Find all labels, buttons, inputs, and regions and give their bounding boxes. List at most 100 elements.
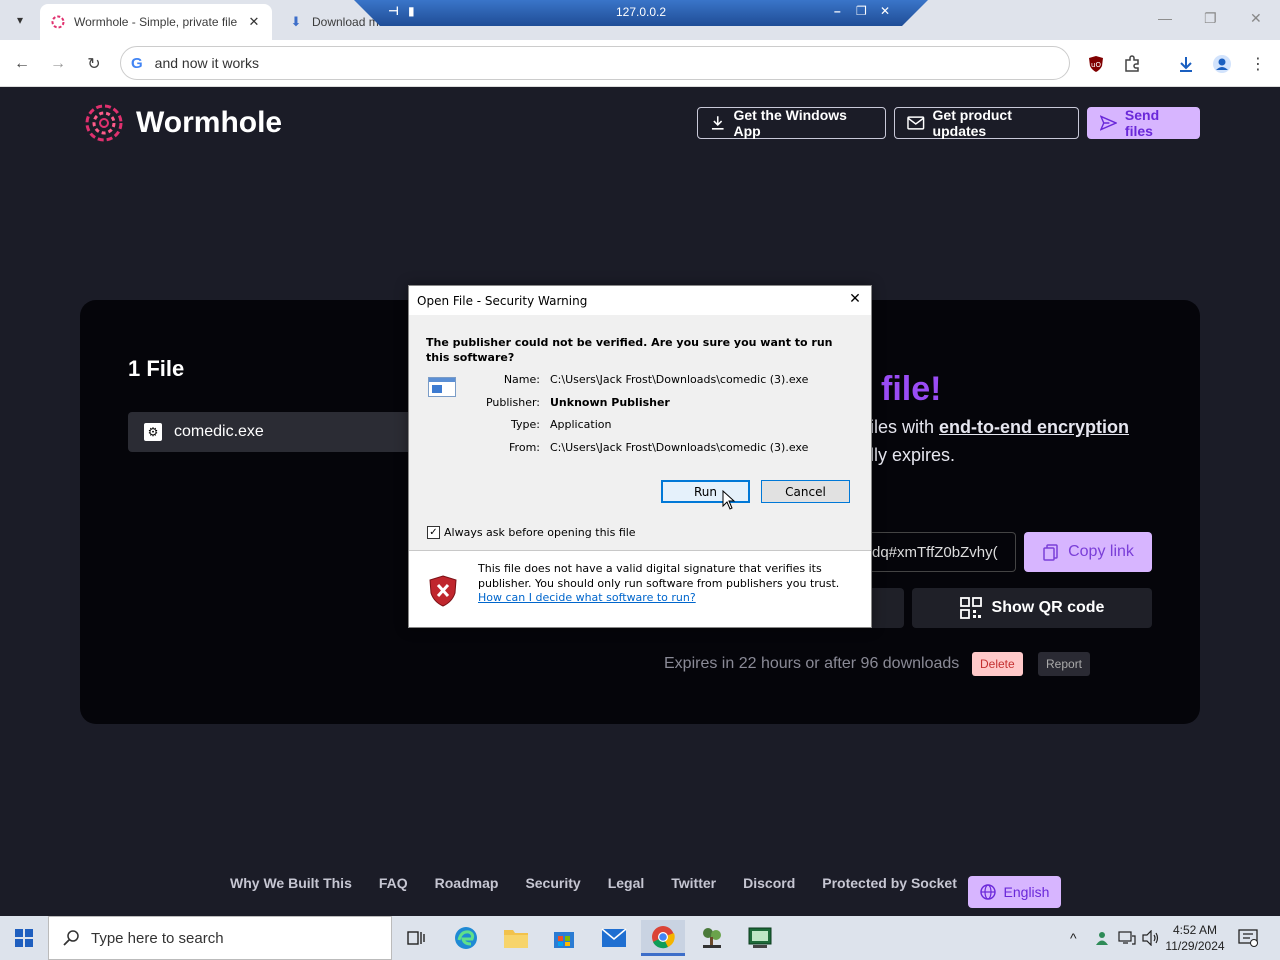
clock-time: 4:52 AM [1172, 923, 1218, 937]
footer-link-roadmap[interactable]: Roadmap [435, 875, 499, 891]
notifications-icon[interactable] [1238, 916, 1258, 960]
footer-link-legal[interactable]: Legal [608, 875, 645, 891]
language-label: English [1003, 884, 1050, 900]
always-ask-label: Always ask before opening this file [444, 526, 636, 539]
tab-close-icon[interactable]: ✕ [246, 14, 262, 30]
name-value: C:\Users\Jack Frost\Downloads\comedic (3… [550, 373, 809, 386]
wormhole-favicon-icon [50, 14, 66, 30]
name-label: Name: [503, 373, 540, 386]
start-button[interactable] [0, 916, 48, 960]
footer-link-discord[interactable]: Discord [743, 875, 795, 891]
chevron-up-icon[interactable]: ^ [1070, 930, 1077, 946]
taskbar-search[interactable]: Type here to search [48, 916, 392, 960]
get-product-updates-button[interactable]: Get product updates [894, 107, 1079, 139]
google-icon: G [131, 54, 143, 72]
close-icon[interactable]: ✕ [880, 4, 890, 18]
minimize-icon[interactable]: – [834, 4, 841, 18]
browser-tabstrip: ▾ Wormhole - Simple, private file ✕ ⬇ Do… [0, 0, 1280, 40]
file-explorer-icon[interactable] [494, 920, 538, 956]
publisher-value: Unknown Publisher [550, 396, 670, 409]
ublock-shield-icon[interactable]: uO [1084, 52, 1108, 76]
file-name: comedic.exe [174, 423, 264, 440]
type-label: Type: [511, 418, 540, 431]
mail-icon [907, 116, 925, 130]
extensions-icon[interactable] [1120, 52, 1144, 76]
profile-avatar-icon[interactable] [1210, 52, 1234, 76]
show-qr-code-label: Show QR code [991, 599, 1105, 616]
window-close-icon[interactable]: ✕ [1250, 10, 1262, 27]
copy-link-label: Copy link [1068, 543, 1134, 560]
run-button[interactable]: Run [661, 480, 750, 503]
from-label: From: [509, 441, 540, 454]
download-favicon-icon: ⬇ [290, 14, 302, 29]
edge-icon[interactable] [444, 920, 488, 956]
tab-wormhole[interactable]: Wormhole - Simple, private file ✕ [40, 4, 272, 40]
publisher-label: Publisher: [485, 396, 540, 409]
language-button[interactable]: English [968, 876, 1061, 908]
type-value: Application [550, 418, 612, 431]
clock-date: 11/29/2024 [1165, 939, 1225, 953]
wormhole-logo-icon [85, 104, 123, 142]
window-minimize-icon[interactable]: — [1158, 10, 1172, 26]
windows-logo-icon [15, 929, 33, 947]
send-icon [1100, 115, 1117, 131]
terminal-app-icon[interactable] [738, 920, 782, 956]
expiry-description: lly expires. [870, 445, 956, 465]
footer-link-socket[interactable]: Protected by Socket [822, 875, 957, 891]
share-link-field[interactable]: dq#xmTffZ0bZvhy( [870, 532, 1016, 572]
checkbox-checked-icon[interactable]: ✓ [427, 526, 440, 539]
task-view-icon[interactable] [394, 920, 438, 956]
encryption-link[interactable]: end-to-end encryption [939, 417, 1129, 437]
reload-icon[interactable]: ↻ [82, 52, 106, 76]
forward-icon[interactable]: → [46, 52, 70, 76]
copy-icon [1043, 544, 1058, 561]
tab-search-chevron-icon[interactable]: ▾ [8, 8, 32, 32]
tray-user-icon[interactable] [1094, 916, 1110, 960]
search-placeholder: Type here to search [91, 929, 224, 947]
address-bar[interactable]: G and now it works [120, 46, 1070, 80]
window-restore-icon[interactable]: ❐ [1204, 10, 1217, 27]
dialog-question: The publisher could not be verified. Are… [426, 336, 833, 364]
system-clock[interactable]: 4:52 AM 11/29/2024 [1160, 922, 1230, 954]
mail-icon[interactable] [592, 920, 636, 956]
security-warning-dialog: Open File - Security Warning ✕ The publi… [408, 285, 872, 628]
dialog-title: Open File - Security Warning [417, 293, 588, 308]
network-icon[interactable] [1118, 916, 1136, 960]
back-icon[interactable]: ← [10, 52, 34, 76]
report-button[interactable]: Report [1038, 652, 1091, 676]
ready-heading: file! [881, 370, 942, 408]
get-windows-app-button[interactable]: Get the Windows App [697, 107, 886, 139]
cancel-button[interactable]: Cancel [761, 480, 850, 503]
copy-link-button[interactable]: Copy link [1024, 532, 1152, 572]
footer-link-faq[interactable]: FAQ [379, 875, 408, 891]
dialog-footer: This file does not have a valid digital … [409, 551, 871, 627]
help-link[interactable]: How can I decide what software to run? [478, 591, 696, 604]
footer-link-why[interactable]: Why We Built This [230, 875, 352, 891]
file-item[interactable]: ⚙ comedic.exe [128, 412, 418, 452]
dialog-close-icon[interactable]: ✕ [847, 291, 863, 307]
chrome-icon[interactable] [641, 920, 685, 956]
download-icon[interactable] [1174, 52, 1198, 76]
security-shield-icon [429, 575, 457, 607]
store-icon[interactable] [542, 920, 586, 956]
description-text: iles with [870, 417, 940, 437]
restore-icon[interactable]: ❐ [856, 4, 867, 18]
menu-kebab-icon[interactable]: ⋮ [1246, 52, 1270, 76]
tab-title: Wormhole - Simple, private file [74, 15, 238, 29]
show-qr-code-button[interactable]: Show QR code [912, 588, 1152, 628]
volume-icon[interactable] [1142, 916, 1160, 960]
footer-link-security[interactable]: Security [525, 875, 580, 891]
delete-button[interactable]: Delete [972, 652, 1023, 676]
always-ask-checkbox[interactable]: ✓ Always ask before opening this file [427, 526, 636, 539]
obscured-button[interactable] [870, 588, 904, 628]
footer-link-twitter[interactable]: Twitter [671, 875, 716, 891]
get-product-updates-label: Get product updates [932, 107, 1012, 139]
send-files-button[interactable]: Send files [1087, 107, 1200, 139]
app-tree-icon[interactable] [690, 920, 734, 956]
globe-icon [979, 884, 996, 900]
show-hidden-icons[interactable]: ^ [1070, 916, 1077, 960]
footer-nav: Why We Built This FAQ Roadmap Security L… [230, 875, 984, 891]
dialog-titlebar: Open File - Security Warning ✕ [409, 286, 871, 315]
qr-code-icon [959, 597, 982, 619]
wormhole-logo[interactable]: Wormhole [84, 103, 282, 143]
